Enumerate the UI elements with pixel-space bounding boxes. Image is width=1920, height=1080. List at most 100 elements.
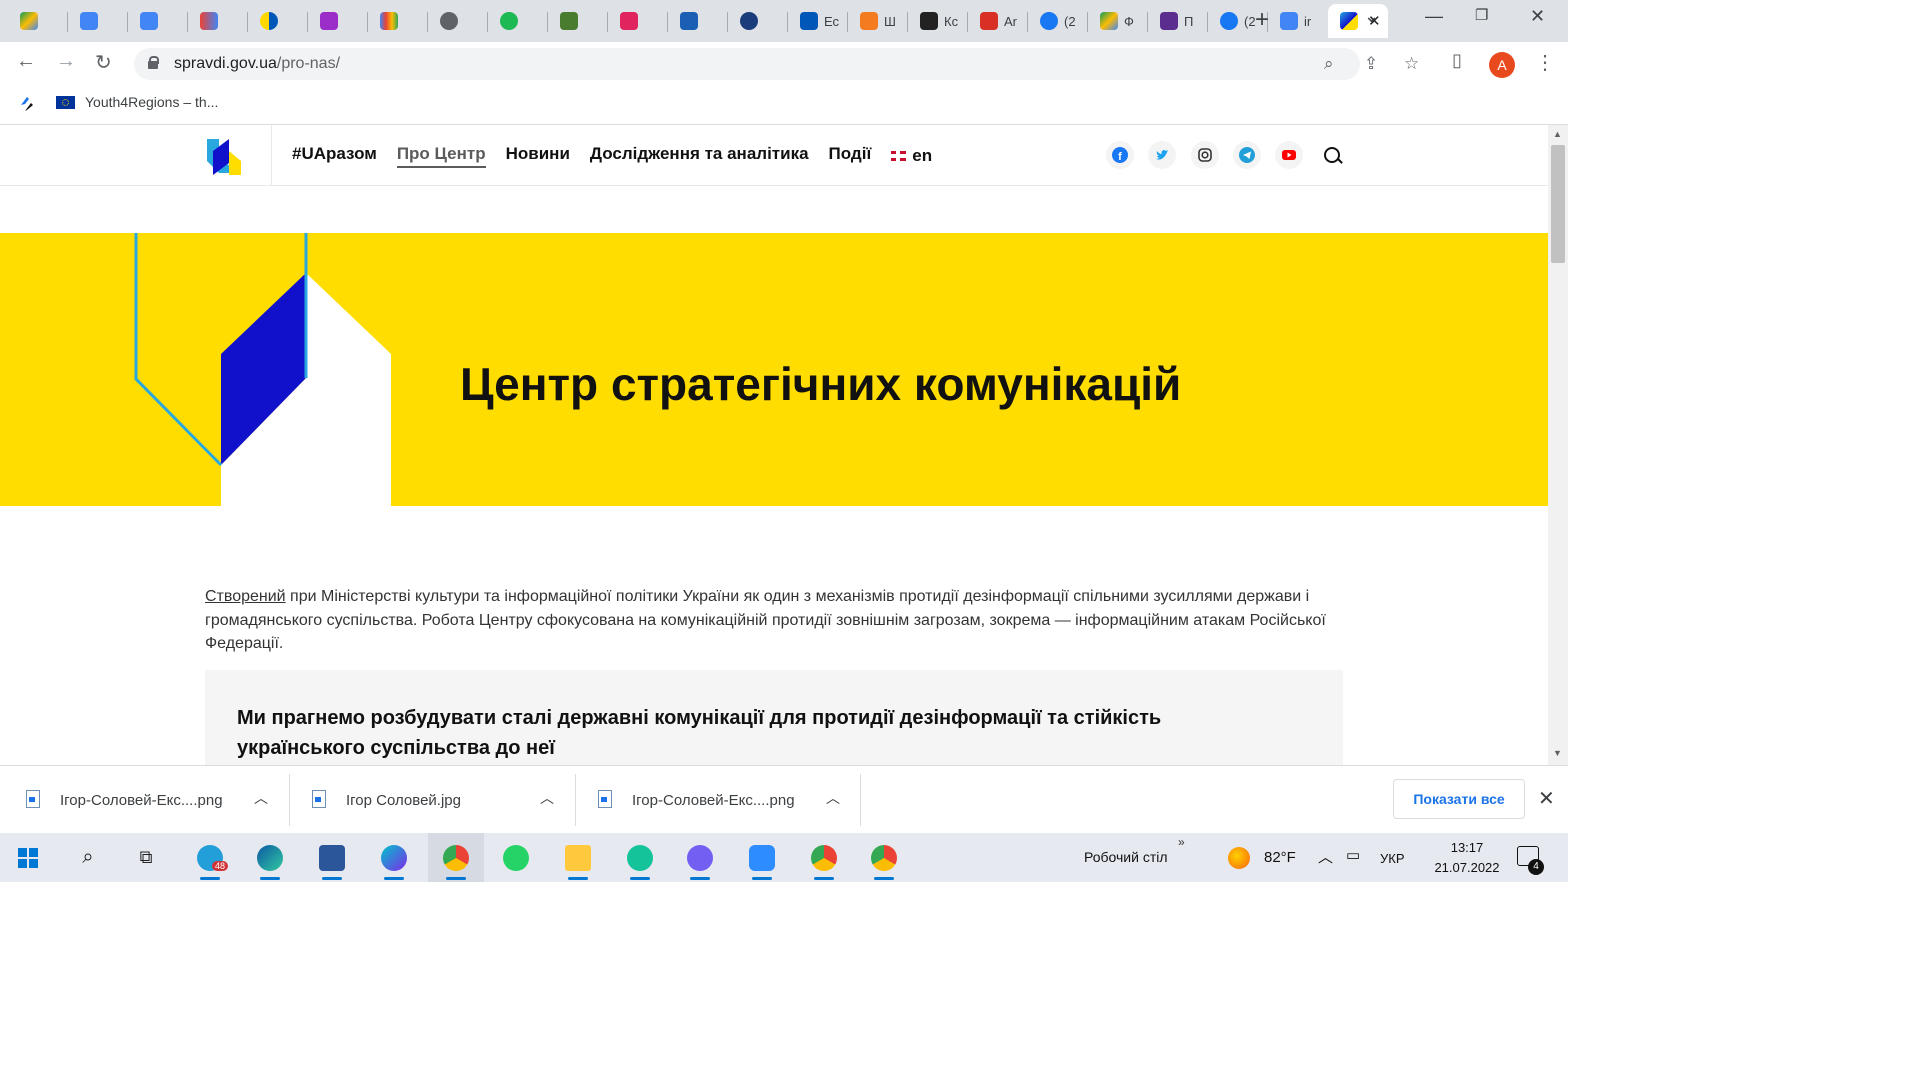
scroll-up-icon[interactable]: ▲ bbox=[1553, 129, 1562, 139]
bookmark-youth4regions[interactable]: Youth4Regions – th... bbox=[56, 94, 218, 110]
back-icon[interactable]: ← bbox=[16, 50, 36, 73]
tab-title: Ar bbox=[1004, 13, 1017, 29]
new-tab-button[interactable]: + bbox=[1255, 6, 1269, 34]
browser-tab[interactable] bbox=[608, 4, 668, 38]
browser-tab[interactable]: Ш bbox=[848, 4, 908, 38]
chrome-profile-a-icon[interactable] bbox=[428, 833, 484, 882]
intro-paragraph: Створений при Міністерстві культури та і… bbox=[205, 585, 1345, 656]
side-panel-icon[interactable]: ▯ bbox=[1452, 50, 1462, 71]
zoom-icon[interactable]: ⌕ bbox=[1324, 54, 1334, 74]
bookmark-app-icon[interactable] bbox=[18, 95, 36, 113]
desktop-toolbar-label[interactable]: Робочий стіл bbox=[1084, 849, 1168, 865]
browser-tab[interactable] bbox=[548, 4, 608, 38]
download-item[interactable]: Ігор-Соловей-Екс....png ︿ bbox=[572, 766, 858, 834]
browser-tab[interactable]: (2 bbox=[1028, 4, 1088, 38]
telegram-app-icon[interactable]: 48 bbox=[182, 833, 238, 882]
nav-research[interactable]: Дослідження та аналітика bbox=[590, 144, 809, 168]
nav-events[interactable]: Події bbox=[829, 144, 872, 168]
language-switch[interactable]: en bbox=[891, 144, 932, 168]
browser-tab[interactable]: Кс bbox=[908, 4, 968, 38]
browser-tab[interactable]: Ес bbox=[788, 4, 848, 38]
scroll-thumb[interactable] bbox=[1551, 145, 1565, 263]
browser-tab[interactable]: Ar bbox=[968, 4, 1028, 38]
chevron-right-icon[interactable]: » bbox=[1178, 835, 1185, 849]
browser-tab[interactable] bbox=[188, 4, 248, 38]
viber-app-icon[interactable] bbox=[672, 833, 728, 882]
bookmarks-bar: Youth4Regions – th... bbox=[0, 86, 1568, 125]
clock-time: 13:17 bbox=[1450, 840, 1484, 855]
scroll-down-icon[interactable]: ▼ bbox=[1553, 748, 1562, 758]
chevron-up-icon[interactable]: ︿ bbox=[540, 788, 554, 808]
site-logo[interactable] bbox=[205, 137, 243, 175]
lock-icon[interactable] bbox=[148, 56, 159, 69]
youtube-icon[interactable] bbox=[1275, 141, 1303, 169]
browser-tab-strip: Ес Ш Кс Ar (2 Ф П (2 ir ✕ + ⌄ — ❐ ✕ bbox=[0, 0, 1568, 42]
browser-tab[interactable] bbox=[368, 4, 428, 38]
telegram-icon[interactable] bbox=[1233, 141, 1261, 169]
system-clock[interactable]: 13:17 21.07.2022 bbox=[1422, 838, 1512, 878]
taskbar-search-icon[interactable]: ⌕ bbox=[60, 833, 116, 882]
close-download-bar-icon[interactable]: ✕ bbox=[1538, 786, 1555, 811]
tray-overflow-icon[interactable]: ︿ bbox=[1318, 846, 1333, 867]
input-language[interactable]: УКР bbox=[1380, 851, 1405, 866]
share-icon[interactable]: ⇪ bbox=[1364, 54, 1378, 74]
grammarly-app-icon[interactable] bbox=[612, 833, 668, 882]
browser-tab[interactable] bbox=[668, 4, 728, 38]
address-bar[interactable]: spravdi.gov.ua/pro-nas/ ⌕ ⇪ ☆ bbox=[134, 48, 1419, 80]
profile-avatar[interactable]: A bbox=[1489, 52, 1515, 78]
chrome-profile-green-icon[interactable] bbox=[856, 833, 912, 882]
edge-app-icon[interactable] bbox=[242, 833, 298, 882]
instagram-icon[interactable] bbox=[1191, 141, 1219, 169]
browser-tab[interactable] bbox=[428, 4, 488, 38]
chevron-up-icon[interactable]: ︿ bbox=[254, 788, 268, 808]
whatsapp-app-icon[interactable] bbox=[488, 833, 544, 882]
browser-tab[interactable] bbox=[308, 4, 368, 38]
nav-uarazom[interactable]: #UAразом bbox=[292, 144, 377, 168]
download-item[interactable]: Ігор-Соловей-Екс....png ︿ bbox=[0, 766, 286, 834]
nav-about[interactable]: Про Центр bbox=[396, 144, 486, 168]
browser-tab[interactable]: П bbox=[1148, 4, 1208, 38]
show-all-downloads-button[interactable]: Показати все bbox=[1393, 779, 1525, 819]
browser-tab[interactable] bbox=[248, 4, 308, 38]
start-button[interactable] bbox=[0, 833, 56, 882]
bookmark-star-icon[interactable]: ☆ bbox=[1404, 54, 1419, 74]
browser-tab[interactable] bbox=[128, 4, 188, 38]
browser-toolbar: ← → ↻ spravdi.gov.ua/pro-nas/ ⌕ ⇪ ☆ ▯ A … bbox=[0, 42, 1568, 86]
battery-icon[interactable]: ▭ bbox=[1346, 846, 1360, 864]
browser-tab[interactable]: Ф bbox=[1088, 4, 1148, 38]
browser-tab[interactable] bbox=[8, 4, 68, 38]
download-item[interactable]: Ігор Соловей.jpg ︿ bbox=[286, 766, 572, 834]
chevron-up-icon[interactable]: ︿ bbox=[826, 788, 840, 808]
restore-icon[interactable]: ❐ bbox=[1475, 6, 1488, 24]
chrome-profile-p-icon[interactable] bbox=[796, 833, 852, 882]
file-explorer-icon[interactable] bbox=[550, 833, 606, 882]
url-text[interactable]: spravdi.gov.ua/pro-nas/ bbox=[174, 55, 340, 73]
hero-title: Центр стратегічних комунікацій bbox=[460, 358, 1182, 410]
twitter-icon[interactable] bbox=[1148, 141, 1176, 169]
menu-kebab-icon[interactable]: ⋮ bbox=[1535, 50, 1555, 75]
zoom-app-icon[interactable] bbox=[734, 833, 790, 882]
tab-title: П bbox=[1184, 13, 1194, 29]
reload-icon[interactable]: ↻ bbox=[95, 50, 112, 75]
browser-tab[interactable] bbox=[68, 4, 128, 38]
created-link[interactable]: Створений bbox=[205, 588, 286, 605]
facebook-icon[interactable]: f bbox=[1106, 141, 1134, 169]
browser-tab[interactable] bbox=[488, 4, 548, 38]
page-viewport: #UAразом Про Центр Новини Дослідження та… bbox=[0, 125, 1548, 765]
language-label: en bbox=[912, 146, 933, 165]
close-window-icon[interactable]: ✕ bbox=[1530, 6, 1545, 27]
page-scrollbar[interactable]: ▲ ▼ bbox=[1548, 125, 1568, 765]
browser-tab[interactable]: ir bbox=[1268, 4, 1328, 38]
weather-sun-icon[interactable] bbox=[1228, 847, 1250, 869]
canva-app-icon[interactable] bbox=[366, 833, 422, 882]
forward-icon[interactable]: → bbox=[56, 50, 76, 73]
tab-search-icon[interactable]: ⌄ bbox=[1364, 6, 1379, 27]
task-view-icon[interactable]: ⧉ bbox=[118, 833, 174, 882]
nav-news[interactable]: Новини bbox=[506, 144, 570, 168]
browser-tab[interactable] bbox=[728, 4, 788, 38]
weather-temperature[interactable]: 82°F bbox=[1264, 849, 1296, 866]
horse-icon bbox=[920, 12, 938, 30]
minimize-icon[interactable]: — bbox=[1425, 6, 1443, 27]
word-app-icon[interactable] bbox=[304, 833, 360, 882]
search-icon[interactable] bbox=[1324, 147, 1340, 163]
